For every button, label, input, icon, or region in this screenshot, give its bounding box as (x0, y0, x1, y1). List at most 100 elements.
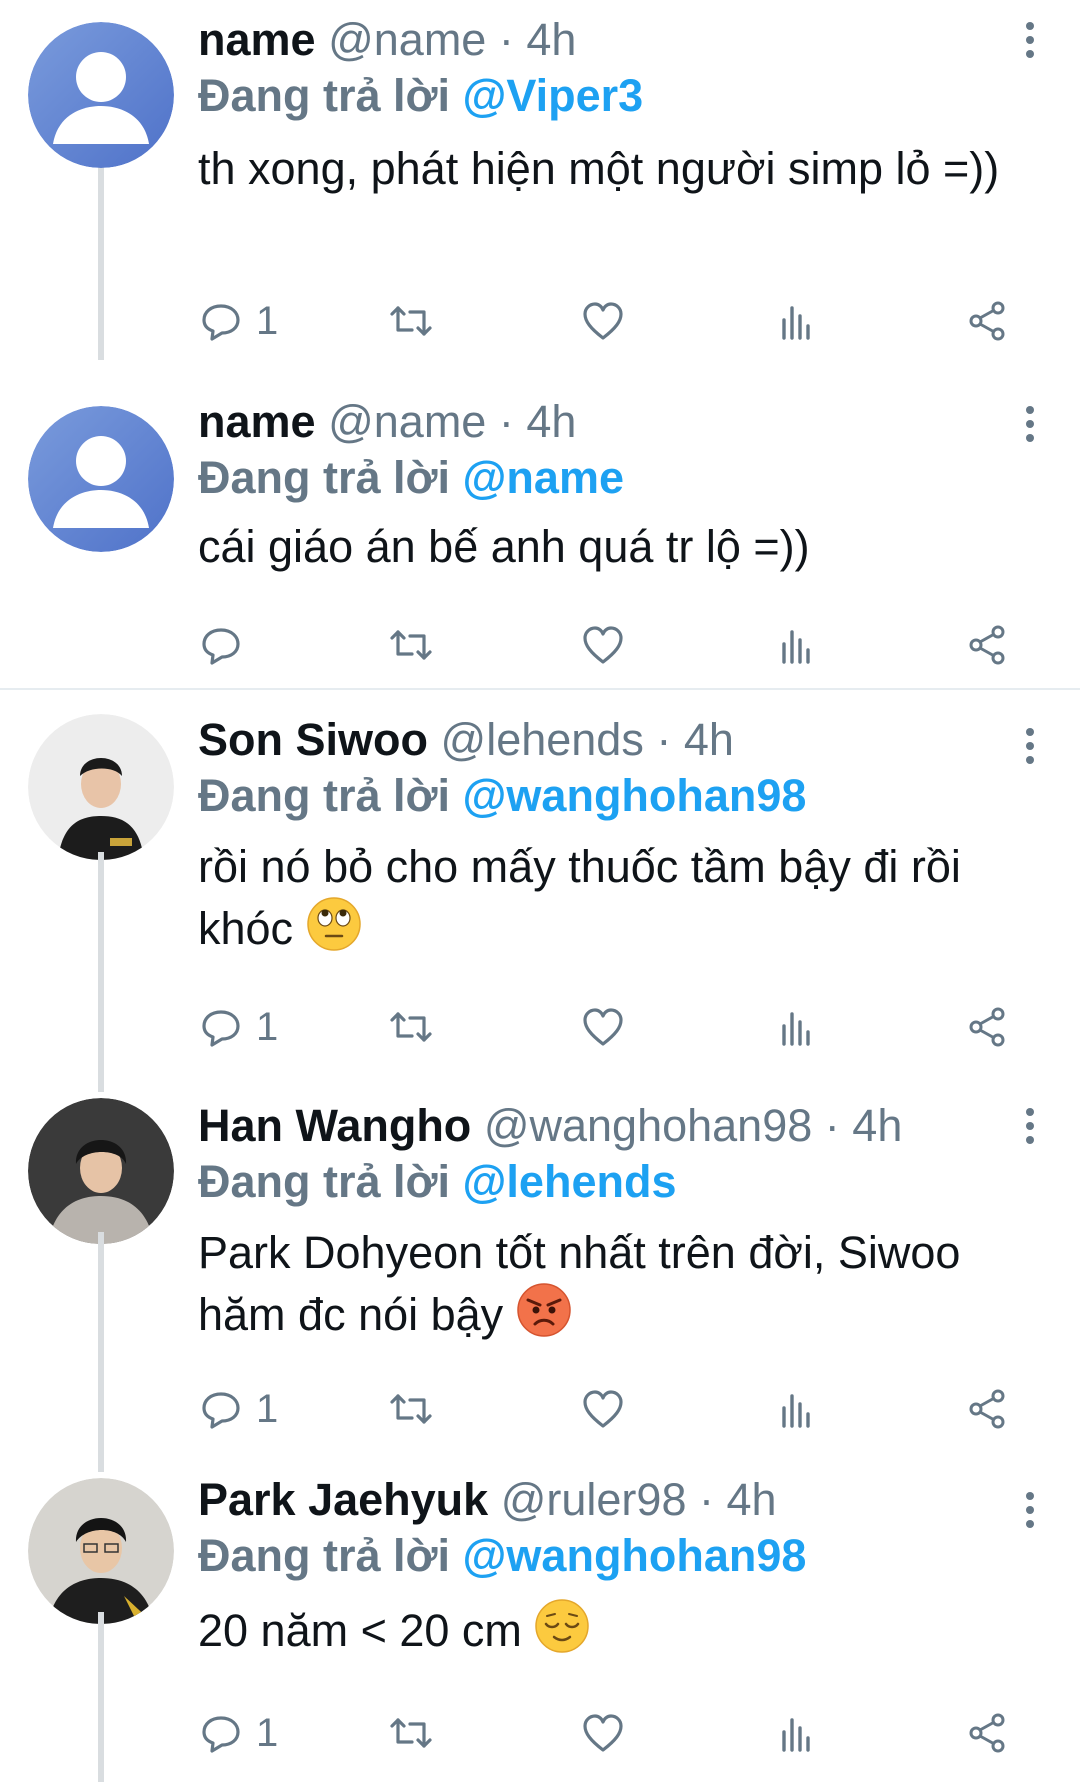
like-icon (580, 1386, 626, 1432)
views-icon (772, 1386, 818, 1432)
avatar[interactable] (28, 1098, 174, 1244)
handle[interactable]: @name (328, 14, 486, 65)
share-icon (964, 1004, 1010, 1050)
reply-button[interactable] (198, 620, 244, 670)
reply-count: 1 (256, 298, 279, 343)
profile-photo (28, 714, 174, 860)
tweet-text: th xong, phát hiện một người simp lỏ =)) (198, 143, 1000, 194)
timestamp[interactable]: 4h (526, 396, 576, 447)
replying-to: Đang trả lời @lehends (198, 1152, 1020, 1212)
avatar[interactable] (28, 714, 174, 860)
like-button[interactable] (580, 1002, 626, 1052)
avatar[interactable] (28, 406, 174, 552)
retweet-button[interactable] (388, 620, 434, 670)
retweet-button[interactable] (388, 1384, 434, 1434)
retweet-icon (388, 1004, 434, 1050)
separator-dot: · (824, 1100, 840, 1151)
reply-button[interactable]: 1 (198, 296, 278, 346)
timestamp[interactable]: 4h (684, 714, 734, 765)
more-options-icon[interactable] (1020, 1108, 1040, 1154)
reply-button[interactable]: 1 (198, 1384, 278, 1434)
share-button[interactable] (964, 1384, 1010, 1434)
reply-mention-link[interactable]: @name (463, 452, 624, 503)
display-name[interactable]: Son Siwoo (198, 714, 428, 765)
angry-face-icon (516, 1283, 571, 1337)
like-button[interactable] (580, 620, 626, 670)
reply-button[interactable]: 1 (198, 1708, 278, 1758)
reply-icon (198, 622, 244, 668)
reply-count: 1 (256, 1004, 279, 1049)
reply-button[interactable]: 1 (198, 1002, 278, 1052)
tweet-text: 20 năm < 20 cm (198, 1605, 522, 1656)
replying-to: Đang trả lời @Viper3 (198, 66, 1020, 126)
like-icon (580, 1710, 626, 1756)
handle[interactable]: @ruler98 (501, 1474, 687, 1525)
share-button[interactable] (964, 1708, 1010, 1758)
tweet-text: Park Dohyeon tốt nhất trên đời, Siwoo hă… (198, 1227, 961, 1340)
reply-count: 1 (256, 1710, 279, 1755)
more-options-icon[interactable] (1020, 728, 1040, 774)
reply-mention-link[interactable]: @wanghohan98 (463, 1530, 807, 1581)
share-icon (964, 1710, 1010, 1756)
replying-to: Đang trả lời @wanghohan98 (198, 1526, 1020, 1586)
face-with-rolling-eyes-icon (306, 897, 361, 951)
retweet-icon (388, 1710, 434, 1756)
tweet-actions: 1 (198, 1708, 1080, 1758)
share-button[interactable] (964, 296, 1010, 346)
timestamp[interactable]: 4h (852, 1100, 902, 1151)
replying-to-label: Đang trả lời (198, 1156, 451, 1207)
reply-mention-link[interactable]: @wanghohan98 (463, 770, 807, 821)
more-options-icon[interactable] (1020, 406, 1040, 452)
views-button[interactable] (772, 1384, 818, 1434)
handle[interactable]: @lehends (441, 714, 644, 765)
more-options-icon[interactable] (1020, 1492, 1040, 1538)
reply-icon (198, 1004, 244, 1050)
views-icon (772, 1710, 818, 1756)
tweet-header: Son Siwoo @lehends · 4h (198, 714, 1020, 766)
tweet-actions (198, 620, 1080, 670)
reply-mention-link[interactable]: @Viper3 (463, 70, 644, 121)
profile-photo (28, 1098, 174, 1244)
avatar[interactable] (28, 1478, 174, 1624)
like-button[interactable] (580, 296, 626, 346)
retweet-button[interactable] (388, 1002, 434, 1052)
handle[interactable]: @wanghohan98 (484, 1100, 812, 1151)
replying-to-label: Đang trả lời (198, 770, 451, 821)
more-options-icon[interactable] (1020, 22, 1040, 68)
reply-icon (198, 298, 244, 344)
views-button[interactable] (772, 296, 818, 346)
views-icon (772, 622, 818, 668)
like-button[interactable] (580, 1384, 626, 1434)
display-name[interactable]: name (198, 14, 316, 65)
views-button[interactable] (772, 1708, 818, 1758)
share-button[interactable] (964, 1002, 1010, 1052)
retweet-icon (388, 1386, 434, 1432)
separator-dot: · (498, 396, 514, 447)
views-button[interactable] (772, 620, 818, 670)
retweet-icon (388, 622, 434, 668)
like-button[interactable] (580, 1708, 626, 1758)
timestamp[interactable]: 4h (727, 1474, 777, 1525)
retweet-button[interactable] (388, 1708, 434, 1758)
tweet-text-wrap: Park Dohyeon tốt nhất trên đời, Siwoo hă… (198, 1224, 1020, 1344)
default-avatar-icon (28, 406, 174, 552)
avatar[interactable] (28, 22, 174, 168)
timestamp[interactable]: 4h (526, 14, 576, 65)
retweet-button[interactable] (388, 296, 434, 346)
reply-mention-link[interactable]: @lehends (463, 1156, 677, 1207)
tweet-header: name @name · 4h (198, 396, 1020, 448)
display-name[interactable]: name (198, 396, 316, 447)
share-button[interactable] (964, 620, 1010, 670)
display-name[interactable]: Han Wangho (198, 1100, 471, 1151)
views-icon (772, 298, 818, 344)
relieved-face-icon (535, 1599, 590, 1653)
share-icon (964, 298, 1010, 344)
tweet-actions: 1 (198, 1002, 1080, 1052)
like-icon (580, 622, 626, 668)
default-avatar-icon (28, 22, 174, 168)
thread-connector-line (98, 1232, 104, 1472)
profile-photo (28, 1478, 174, 1624)
handle[interactable]: @name (328, 396, 486, 447)
views-button[interactable] (772, 1002, 818, 1052)
display-name[interactable]: Park Jaehyuk (198, 1474, 488, 1525)
